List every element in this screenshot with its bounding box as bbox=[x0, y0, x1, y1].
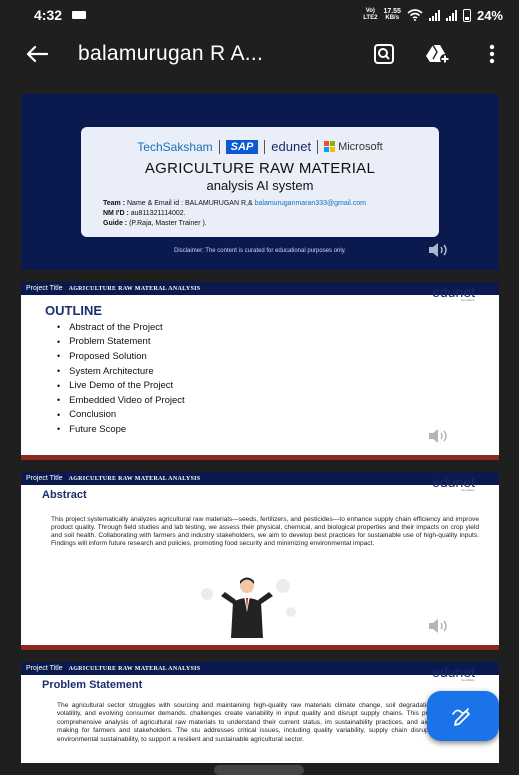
team-info: Team : Name & Email id : BALAMURUGAN R,&… bbox=[81, 193, 439, 229]
outline-item: Proposed Solution bbox=[57, 349, 185, 364]
problem-text: The agricultural sector struggles with s… bbox=[57, 702, 459, 743]
slide-header-bar: Project Title AGRICULTURE RAW MATERAL AN… bbox=[21, 662, 499, 675]
guide-label: Guide : bbox=[103, 220, 128, 227]
project-title: AGRICULTURE RAW MATERAL ANALYSIS bbox=[68, 475, 201, 482]
businessman-illustration bbox=[187, 572, 305, 638]
slide-outline: Project Title AGRICULTURE RAW MATERAL AN… bbox=[21, 282, 499, 460]
network-speed-value: 17.55 bbox=[383, 8, 401, 15]
outline-list: Abstract of the Project Problem Statemen… bbox=[57, 320, 185, 437]
logo-divider bbox=[264, 139, 266, 154]
status-icons: Vo) LTE2 17.55 KB/s 24% bbox=[363, 8, 503, 23]
slide-header-bar: Project Title AGRICULTURE RAW MATERAL AN… bbox=[21, 282, 499, 295]
logo-divider bbox=[218, 139, 220, 154]
outline-item: Embedded Video of Project bbox=[57, 393, 184, 408]
nmid-label: NM I'D : bbox=[103, 210, 129, 217]
outline-item: Problem Statement bbox=[57, 335, 185, 350]
app-bar: balamurugan R A... bbox=[0, 30, 519, 78]
project-title: AGRICULTURE RAW MATERAL ANALYSIS bbox=[68, 285, 201, 292]
slide-footer-line bbox=[21, 455, 499, 460]
presentation-subtitle: analysis AI system bbox=[206, 178, 314, 193]
techsaksham-logo: TechSaksham bbox=[137, 139, 213, 154]
project-title-label: Project Title bbox=[26, 665, 63, 672]
nmid-line: NM I'D : au811321114002. bbox=[103, 209, 439, 219]
team-line: Team : Name & Email id : BALAMURUGAN R,&… bbox=[103, 199, 439, 209]
abstract-heading: Abstract bbox=[42, 489, 87, 501]
clock: 4:32 bbox=[34, 7, 63, 23]
team-text: Name & Email id : BALAMURUGAN R,& bbox=[127, 200, 253, 207]
slide-footer-line bbox=[21, 645, 499, 650]
volte-indicator: Vo) LTE2 bbox=[363, 8, 378, 21]
save-to-drive-icon[interactable] bbox=[425, 41, 451, 67]
nmid-text: au811321114002. bbox=[130, 210, 186, 217]
media-icon bbox=[72, 11, 87, 19]
home-gesture-handle[interactable] bbox=[214, 765, 304, 775]
speaker-icon bbox=[427, 242, 451, 263]
project-title: AGRICULTURE RAW MATERAL ANALYSIS bbox=[68, 665, 201, 672]
project-title-label: Project Title bbox=[26, 285, 63, 292]
partner-logos: TechSaksham SAP edunet Microsoft bbox=[81, 127, 439, 154]
speaker-icon bbox=[427, 618, 451, 639]
logo-divider bbox=[317, 139, 319, 154]
guide-line: Guide : (P.Raja, Master Trainer ). bbox=[103, 219, 439, 229]
annotate-pen-icon bbox=[452, 708, 470, 726]
search-in-document-icon[interactable] bbox=[371, 41, 397, 67]
arrow-left-icon[interactable] bbox=[24, 41, 50, 67]
outline-item: Conclusion bbox=[57, 408, 185, 423]
team-label: Team : bbox=[103, 200, 126, 207]
battery-level: 24% bbox=[476, 7, 503, 23]
app-bar-actions bbox=[371, 41, 505, 67]
more-vertical-icon[interactable] bbox=[479, 41, 505, 67]
slide-abstract: Project Title AGRICULTURE RAW MATERAL AN… bbox=[21, 472, 499, 650]
speaker-icon bbox=[427, 428, 451, 449]
microsoft-logo-text: Microsoft bbox=[338, 140, 383, 153]
microsoft-grid-icon bbox=[324, 141, 336, 152]
document-title: balamurugan R A... bbox=[78, 42, 264, 65]
slide-title: TechSaksham SAP edunet Microsoft AGRICUL… bbox=[21, 94, 499, 270]
slide-header-bar: Project Title AGRICULTURE RAW MATERAL AN… bbox=[21, 472, 499, 485]
outline-item: System Architecture bbox=[57, 364, 185, 379]
outline-item: Live Demo of the Project bbox=[57, 378, 185, 393]
project-title-label: Project Title bbox=[26, 475, 63, 482]
status-bar: 4:32 Vo) LTE2 17.55 KB/s 24% bbox=[0, 0, 519, 30]
team-email: balamuruganmaran333@gmail.com bbox=[254, 200, 366, 207]
signal-1-icon bbox=[428, 9, 440, 21]
microsoft-logo: Microsoft bbox=[324, 141, 383, 153]
edunet-logo: edunet foundation bbox=[432, 664, 475, 682]
edunet-logo: edunet foundation bbox=[432, 474, 475, 492]
annotate-button[interactable] bbox=[427, 691, 499, 741]
network-speed-unit: KB/s bbox=[385, 15, 400, 21]
document-viewer[interactable]: TechSaksham SAP edunet Microsoft AGRICUL… bbox=[0, 84, 519, 775]
problem-heading: Problem Statement bbox=[42, 679, 143, 691]
wifi-icon bbox=[407, 9, 423, 21]
guide-text: (P.Raja, Master Trainer ). bbox=[129, 220, 207, 227]
abstract-text: This project systematically analyzes agr… bbox=[51, 516, 479, 547]
outline-item: Abstract of the Project bbox=[57, 320, 185, 335]
edunet-logo: edunet foundation bbox=[432, 284, 475, 302]
sap-logo: SAP bbox=[225, 139, 259, 154]
presentation-title: AGRICULTURE RAW MATERIAL bbox=[144, 160, 376, 177]
signal-2-icon bbox=[445, 9, 457, 21]
network-speed: 17.55 KB/s bbox=[383, 8, 401, 22]
title-card: TechSaksham SAP edunet Microsoft AGRICUL… bbox=[81, 127, 439, 237]
navigation-bar bbox=[0, 763, 519, 775]
edunet-logo: edunet bbox=[271, 139, 312, 154]
battery-icon bbox=[462, 8, 471, 22]
outline-heading: OUTLINE bbox=[45, 303, 103, 318]
outline-item: Future Scope bbox=[57, 422, 185, 437]
